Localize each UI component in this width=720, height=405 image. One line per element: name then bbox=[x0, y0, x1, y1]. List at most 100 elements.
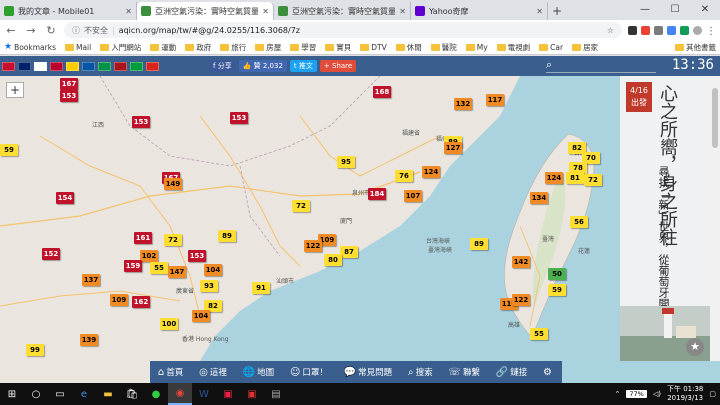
search-icon[interactable]: ○ bbox=[24, 383, 48, 405]
bookmark-folder[interactable]: DTV bbox=[360, 42, 387, 53]
aqi-station-marker[interactable]: 184 bbox=[368, 188, 386, 200]
nav-item[interactable]: ☏ 聯繫 bbox=[448, 366, 480, 379]
site-search[interactable]: ⌕ bbox=[546, 58, 656, 73]
zoom-in-button[interactable]: + bbox=[6, 82, 24, 98]
line-icon[interactable]: ● bbox=[144, 383, 168, 405]
aqi-station-marker[interactable]: 137 bbox=[82, 274, 100, 286]
aqi-station-marker[interactable]: 56 bbox=[570, 216, 588, 228]
maximize-button[interactable]: ☐ bbox=[660, 0, 690, 18]
language-flag[interactable] bbox=[50, 61, 63, 71]
ad-banner[interactable]: 4/16 出發 心之所嚮，身之所往 尋找「新」世界，從葡萄牙開始 ★ bbox=[620, 76, 710, 361]
aqi-station-marker[interactable]: 81 bbox=[566, 172, 584, 184]
bookmark-folder[interactable]: 實貝 bbox=[325, 42, 351, 53]
chrome-icon[interactable]: ◉ bbox=[168, 383, 192, 405]
aqi-station-marker[interactable]: 134 bbox=[530, 192, 548, 204]
aqi-station-marker[interactable]: 89 bbox=[218, 230, 236, 242]
aqi-station-marker[interactable]: 159 bbox=[124, 260, 142, 272]
nav-item[interactable]: ◎ 這裡 bbox=[199, 366, 227, 379]
aqi-station-marker[interactable]: 122 bbox=[304, 240, 322, 252]
nav-item[interactable]: 🔗 鏈接 bbox=[496, 366, 527, 379]
taskbar-clock[interactable]: 下午 01:38 2019/3/13 bbox=[667, 385, 703, 403]
info-icon[interactable]: ⓘ bbox=[72, 25, 80, 36]
nav-item[interactable]: ☺ 口罩！ bbox=[290, 366, 328, 379]
language-flag[interactable] bbox=[82, 61, 95, 71]
bookmark-folder[interactable]: 入門網站 bbox=[100, 42, 141, 53]
edge-icon[interactable]: e bbox=[72, 383, 96, 405]
close-tab-icon[interactable]: ✕ bbox=[262, 7, 269, 16]
aqi-station-marker[interactable]: 167 bbox=[60, 78, 78, 90]
aqi-station-marker[interactable]: 102 bbox=[140, 250, 158, 262]
aqi-station-marker[interactable]: 59 bbox=[548, 284, 566, 296]
social-button[interactable]: t 推文 bbox=[289, 60, 317, 72]
aqi-station-marker[interactable]: 87 bbox=[340, 246, 358, 258]
network-icon[interactable]: ⌃ bbox=[615, 390, 621, 398]
aqi-station-marker[interactable]: 55 bbox=[150, 262, 168, 274]
language-flag[interactable] bbox=[114, 61, 127, 71]
nav-item[interactable]: 💬 常見問題 bbox=[344, 366, 392, 379]
volume-icon[interactable]: ◁) bbox=[653, 390, 661, 398]
app-icon[interactable]: ▤ bbox=[264, 383, 288, 405]
app-icon[interactable]: ▣ bbox=[216, 383, 240, 405]
page-scrollbar[interactable] bbox=[710, 76, 720, 361]
aqi-station-marker[interactable]: 153 bbox=[188, 250, 206, 262]
store-icon[interactable]: 🛍 bbox=[120, 383, 144, 405]
nav-item[interactable]: ⌂ 首頁 bbox=[158, 366, 183, 379]
bookmark-folder[interactable]: 政府 bbox=[185, 42, 211, 53]
aqi-station-marker[interactable]: 153 bbox=[230, 112, 248, 124]
extension-icon[interactable] bbox=[628, 25, 637, 35]
aqi-station-marker[interactable]: 127 bbox=[444, 142, 462, 154]
aqi-station-marker[interactable]: 124 bbox=[422, 166, 440, 178]
aqi-station-marker[interactable]: 168 bbox=[373, 86, 391, 98]
aqi-station-marker[interactable]: 100 bbox=[160, 318, 178, 330]
bookmark-folder[interactable]: Car bbox=[539, 42, 563, 53]
aqi-station-marker[interactable]: 147 bbox=[168, 266, 186, 278]
forward-button[interactable]: → bbox=[24, 24, 38, 37]
aqi-station-marker[interactable]: 50 bbox=[548, 268, 566, 280]
search-icon[interactable]: ⌕ bbox=[546, 58, 552, 72]
bookmark-folder[interactable]: 旅行 bbox=[220, 42, 246, 53]
language-flag[interactable] bbox=[18, 61, 31, 71]
aqi-station-marker[interactable]: 89 bbox=[470, 238, 488, 250]
nav-item[interactable]: ⌕ 搜索 bbox=[408, 366, 433, 379]
address-bar[interactable]: ⓘ 不安全 | aqicn.org/map/tw/#@g/24.0255/116… bbox=[64, 22, 622, 38]
reload-button[interactable]: ↻ bbox=[44, 24, 58, 37]
word-icon[interactable]: W bbox=[192, 383, 216, 405]
profile-avatar[interactable] bbox=[693, 25, 702, 35]
browser-tab[interactable]: 我的文章 - Mobile01 ✕ bbox=[0, 2, 137, 20]
aqi-station-marker[interactable]: 104 bbox=[204, 264, 222, 276]
aqi-station-marker[interactable]: 55 bbox=[530, 328, 548, 340]
minimize-button[interactable]: — bbox=[630, 0, 660, 18]
aqi-station-marker[interactable]: 76 bbox=[395, 170, 413, 182]
back-button[interactable]: ← bbox=[4, 24, 18, 37]
bookmark-star-icon[interactable]: ☆ bbox=[607, 26, 614, 35]
bookmark-folder[interactable]: 房屋 bbox=[255, 42, 281, 53]
bookmarks-apps[interactable]: ★ Bookmarks bbox=[4, 42, 56, 52]
aqi-station-marker[interactable]: 91 bbox=[252, 282, 270, 294]
aqi-station-marker[interactable]: 154 bbox=[56, 192, 74, 204]
extension-icon[interactable] bbox=[680, 25, 689, 35]
bookmark-folder[interactable]: 運動 bbox=[150, 42, 176, 53]
aqi-station-marker[interactable]: 95 bbox=[337, 156, 355, 168]
aqi-station-marker[interactable]: 139 bbox=[80, 334, 98, 346]
social-button[interactable]: f 分享 bbox=[209, 60, 236, 72]
aqi-station-marker[interactable]: 104 bbox=[192, 310, 210, 322]
language-flag[interactable] bbox=[146, 61, 159, 71]
scrollbar-thumb[interactable] bbox=[712, 88, 718, 148]
aqi-station-marker[interactable]: 80 bbox=[324, 254, 342, 266]
extension-icon[interactable] bbox=[641, 25, 650, 35]
app-icon[interactable]: ▣ bbox=[240, 383, 264, 405]
aqi-station-marker[interactable]: 109 bbox=[110, 294, 128, 306]
bookmark-folder[interactable]: My bbox=[465, 42, 488, 53]
aqi-station-marker[interactable]: 152 bbox=[42, 248, 60, 260]
close-tab-icon[interactable]: ✕ bbox=[536, 7, 543, 16]
aqi-station-marker[interactable]: 59 bbox=[0, 144, 18, 156]
aqi-station-marker[interactable]: 72 bbox=[584, 174, 602, 186]
ad-star-icon[interactable]: ★ bbox=[686, 338, 704, 356]
bookmark-folder[interactable]: 電視劇 bbox=[496, 42, 530, 53]
extension-icon[interactable] bbox=[667, 25, 676, 35]
other-bookmarks[interactable]: 其他書籤 bbox=[675, 42, 716, 53]
aqi-station-marker[interactable]: 153 bbox=[60, 90, 78, 102]
social-button[interactable]: 👍 贊 2,032 bbox=[238, 60, 287, 72]
aqi-station-marker[interactable]: 72 bbox=[164, 234, 182, 246]
browser-tab[interactable]: 亞洲空氣污染：實時空氣質量指數 ✕ bbox=[274, 2, 411, 20]
